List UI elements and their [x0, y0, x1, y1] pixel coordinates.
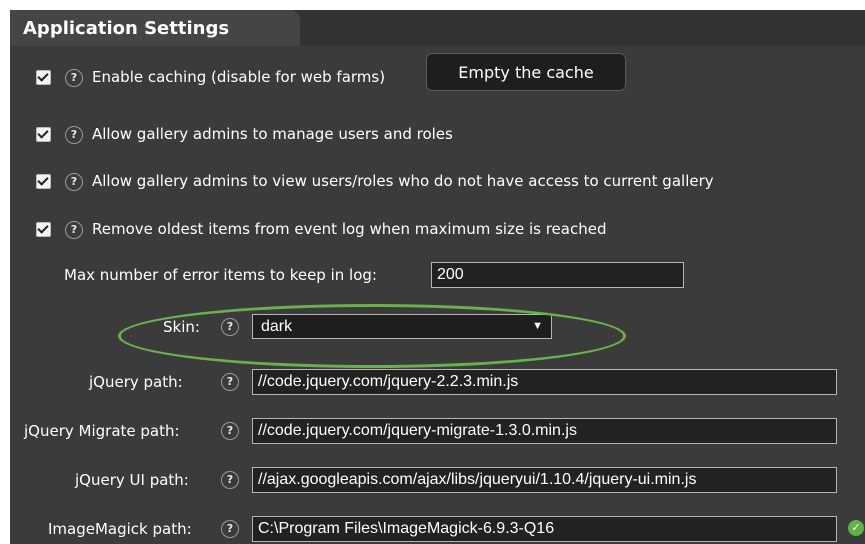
view-users-label: Allow gallery admins to view users/roles… [92, 172, 714, 190]
checkmark-valid-icon: ✓ [848, 520, 864, 536]
jquery-migrate-path-input[interactable]: //code.jquery.com/jquery-migrate-1.3.0.m… [252, 418, 837, 444]
skin-label: Skin: [163, 318, 200, 336]
skin-select-value: dark [261, 318, 293, 335]
remove-oldest-label: Remove oldest items from event log when … [92, 220, 607, 238]
help-icon[interactable]: ? [221, 422, 239, 440]
jquery-path-input[interactable]: //code.jquery.com/jquery-2.2.3.min.js [252, 369, 837, 395]
max-errors-input[interactable]: 200 [431, 262, 684, 288]
help-icon[interactable]: ? [221, 318, 239, 336]
help-icon[interactable]: ? [65, 221, 83, 239]
help-icon[interactable]: ? [65, 173, 83, 191]
section-title: Application Settings [23, 18, 230, 39]
remove-oldest-checkbox[interactable] [36, 222, 51, 237]
max-errors-label: Max number of error items to keep in log… [64, 266, 377, 284]
jquery-ui-path-label: jQuery UI path: [75, 471, 189, 489]
jquery-ui-path-input[interactable]: //ajax.googleapis.com/ajax/libs/jqueryui… [252, 467, 837, 493]
imagemagick-path-input[interactable]: C:\Program Files\ImageMagick-6.9.3-Q16 [252, 516, 837, 542]
manage-users-checkbox[interactable] [36, 127, 51, 142]
help-icon[interactable]: ? [221, 471, 239, 489]
manage-users-label: Allow gallery admins to manage users and… [92, 125, 453, 143]
help-icon[interactable]: ? [221, 373, 239, 391]
jquery-migrate-path-label: jQuery Migrate path: [24, 422, 180, 440]
jquery-path-label: jQuery path: [89, 373, 183, 391]
enable-caching-label: Enable caching (disable for web farms) [92, 68, 386, 86]
imagemagick-path-label: ImageMagick path: [48, 520, 192, 538]
help-icon[interactable]: ? [65, 126, 83, 144]
section-header: Application Settings [10, 10, 865, 46]
section-tab: Application Settings [10, 10, 300, 46]
chevron-down-icon: ▼ [532, 320, 543, 332]
help-icon[interactable]: ? [65, 69, 83, 87]
help-icon[interactable]: ? [221, 520, 239, 538]
view-users-checkbox[interactable] [36, 174, 51, 189]
enable-caching-checkbox[interactable] [36, 70, 51, 85]
skin-select[interactable]: dark ▼ [252, 314, 552, 339]
empty-cache-button[interactable]: Empty the cache [426, 53, 626, 91]
